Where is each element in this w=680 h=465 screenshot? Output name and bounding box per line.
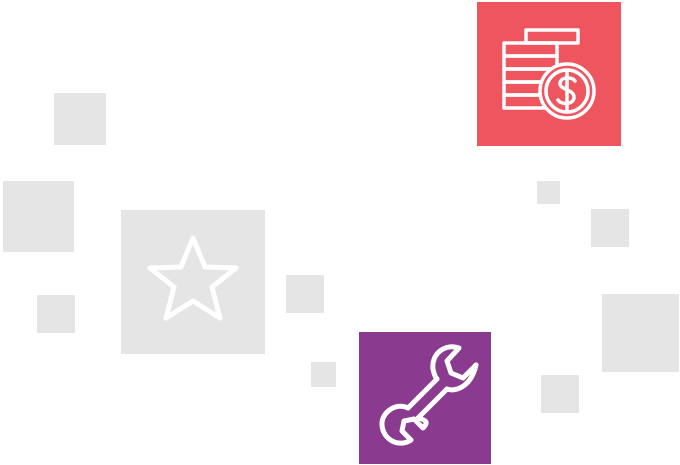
- decor-square: [37, 295, 75, 333]
- decor-square: [3, 181, 74, 252]
- star-icon: [121, 210, 265, 354]
- decor-square: [541, 375, 579, 413]
- coins-dollar-icon: [477, 2, 621, 146]
- decor-square: [602, 294, 679, 372]
- star-tile: [121, 210, 265, 354]
- wrench-tile: [359, 332, 491, 464]
- decor-square: [537, 181, 560, 204]
- decor-square: [286, 275, 324, 313]
- wrench-icon: [359, 332, 491, 464]
- decor-square: [54, 93, 106, 145]
- decor-square: [311, 362, 336, 387]
- coins-tile: [477, 2, 621, 146]
- decor-square: [591, 209, 629, 247]
